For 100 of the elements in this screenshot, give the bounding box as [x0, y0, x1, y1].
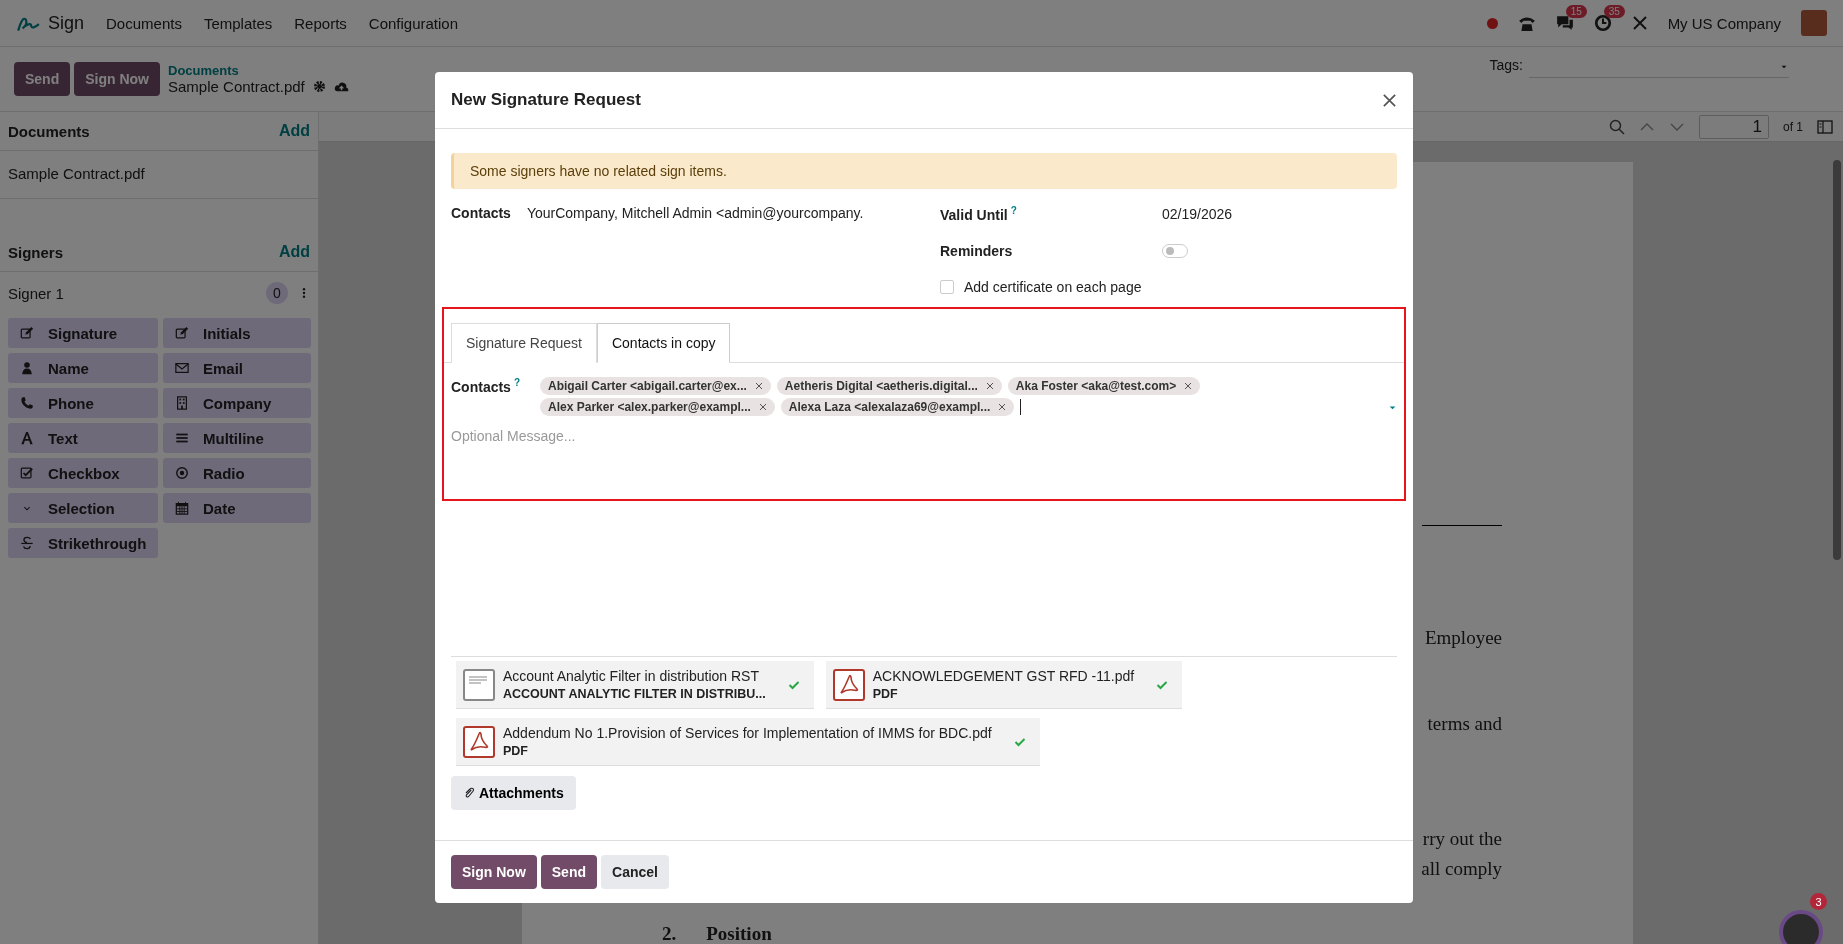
section-number: 2.	[662, 923, 677, 944]
field-label: Reminders	[940, 242, 1014, 259]
contact-tag[interactable]: Aka Foster <aka@test.com>	[1007, 376, 1201, 395]
attachment-card[interactable]: Account Analytic Filter in distribution RST ACCOUNT ANALYTIC FILTER IN DISTRIBU...	[456, 661, 814, 709]
lines-icon	[175, 431, 189, 445]
count-badge: 0	[266, 282, 288, 304]
search-icon	[1609, 118, 1625, 135]
remove-icon[interactable]	[758, 402, 767, 411]
field-type-button[interactable]: Strikethrough	[8, 528, 158, 558]
document-text: all comply	[1421, 857, 1502, 881]
scrollbar[interactable]	[1833, 160, 1841, 560]
section-title: Signers	[8, 243, 64, 261]
field-type-button[interactable]: Email	[163, 353, 311, 383]
menu-item[interactable]: Configuration	[368, 14, 459, 32]
add-link[interactable]: Add	[278, 122, 310, 140]
document-item[interactable]: Sample Contract.pdf	[0, 151, 318, 199]
pencil-square-icon	[175, 326, 189, 340]
tab[interactable]: Signature Request	[451, 322, 597, 363]
section-heading: Position	[706, 923, 772, 944]
remove-icon[interactable]	[754, 381, 763, 390]
record-dot-icon[interactable]	[1486, 17, 1498, 29]
close-icon[interactable]	[1382, 92, 1397, 108]
menu-item[interactable]: Templates	[203, 14, 273, 32]
calendar-icon	[175, 501, 189, 515]
paperclip-icon	[463, 787, 475, 799]
signer-name[interactable]: Signer 1	[8, 284, 64, 302]
remove-icon[interactable]	[985, 381, 994, 390]
letter-a-icon	[20, 431, 34, 445]
document-text: Employee	[1424, 626, 1502, 650]
tags-label: Tags:	[1489, 57, 1523, 73]
pdf-file-icon	[463, 725, 495, 758]
menu-item[interactable]: Documents	[106, 14, 182, 32]
envelope-icon	[175, 361, 189, 375]
section-title: Documents	[8, 122, 90, 140]
footer-button[interactable]: Send	[540, 855, 597, 889]
document-text: terms and	[1427, 712, 1502, 736]
attachment-name: Account Analytic Filter in distribution RST	[503, 668, 760, 684]
field-type-button[interactable]: Phone	[8, 388, 158, 418]
page-number-field[interactable]: 1	[1699, 114, 1769, 139]
tab[interactable]: Contacts in copy	[596, 322, 731, 363]
action-button[interactable]: Send	[14, 62, 71, 96]
field-type-button[interactable]: Text	[8, 423, 158, 453]
reminders-toggle[interactable]	[1162, 243, 1188, 258]
contact-tag[interactable]: Abigail Carter <abigail.carter@ex...	[540, 376, 771, 395]
attachment-type: PDF	[872, 687, 899, 701]
document-icon	[463, 668, 495, 701]
pdf-file-icon	[832, 668, 865, 701]
field-type-button[interactable]: Initials	[163, 318, 311, 348]
contact-tag[interactable]: Aetheris Digital <aetheris.digital...	[776, 376, 1002, 395]
date-field[interactable]: 02/19/2026	[1162, 205, 1397, 222]
notification-badge: 15	[1565, 5, 1587, 18]
field-type-button[interactable]: Signature	[8, 318, 158, 348]
user-icon	[20, 361, 34, 375]
document-text: rry out the	[1422, 827, 1502, 851]
attachment-card[interactable]: Addendum No 1.Provision of Services for Implementation of IMMS for BDC.pdf PDF	[456, 718, 1040, 766]
field-type-button[interactable]: Company	[163, 388, 311, 418]
sidebar-toggle-icon	[1817, 118, 1833, 135]
message-field[interactable]: Optional Message...	[451, 427, 1397, 444]
phone-icon	[20, 396, 34, 410]
pencil-square-icon	[20, 326, 34, 340]
remove-icon[interactable]	[998, 402, 1007, 411]
field-label: Contacts $^{?}$	[451, 376, 520, 395]
field-type-button[interactable]: Selection	[8, 493, 158, 523]
dialog-title: New Signature Request	[451, 90, 641, 110]
company-switcher[interactable]: My US Company	[1667, 14, 1781, 32]
building-icon	[175, 396, 189, 410]
attachment-type: PDF	[503, 744, 529, 758]
contact-tag[interactable]: Alex Parker <alex.parker@exampl...	[540, 397, 775, 416]
certificate-checkbox[interactable]	[940, 279, 954, 294]
attachments-button[interactable]: Attachments	[451, 776, 576, 810]
remove-icon[interactable]	[1184, 381, 1193, 390]
notification-badge: 35	[1603, 5, 1625, 18]
menu-item[interactable]: Reports	[294, 14, 347, 32]
field-type-button[interactable]: Date	[163, 493, 311, 523]
add-link[interactable]: Add	[278, 243, 310, 261]
field-type-button[interactable]: Name	[8, 353, 158, 383]
contacts-value[interactable]: YourCompany, Mitchell Admin <admin@yourcompany.	[526, 205, 864, 221]
page-count: of 1	[1783, 119, 1803, 134]
field-type-button[interactable]: Radio	[163, 458, 311, 488]
app-name[interactable]: Sign	[48, 12, 85, 34]
clock-icon	[1593, 14, 1612, 32]
attachment-card[interactable]: ACKNOWLEDGEMENT GST RFD -11.pdf PDF	[825, 661, 1183, 709]
phone-icon	[1517, 14, 1536, 32]
footer-button[interactable]: Cancel	[601, 855, 669, 889]
checkbox-label: Add certificate on each page	[964, 278, 1142, 295]
breadcrumb-link[interactable]: Documents	[168, 63, 349, 78]
attachment-name: Addendum No 1.Provision of Services for Implementation of IMMS for BDC.pdf	[503, 725, 992, 741]
field-label: Contacts	[451, 205, 511, 221]
strikethrough-icon	[20, 536, 34, 550]
radio-icon	[175, 466, 189, 480]
warning-alert: Some signers have no related sign items.	[451, 153, 1397, 189]
field-type-button[interactable]: Checkbox	[8, 458, 158, 488]
contact-tag[interactable]: Alexa Laza <alexalaza69@exampl...	[780, 397, 1015, 416]
checkbox-icon	[20, 466, 34, 480]
attachment-name: ACKNOWLEDGEMENT GST RFD -11.pdf	[872, 668, 1135, 684]
action-button[interactable]: Sign Now	[74, 62, 160, 96]
footer-button[interactable]: Sign Now	[451, 855, 537, 889]
record-name: Sample Contract.pdf	[168, 78, 305, 95]
field-type-button[interactable]: Multiline	[163, 423, 311, 453]
attachment-type: ACCOUNT ANALYTIC FILTER IN DISTRIBU...	[503, 687, 766, 701]
